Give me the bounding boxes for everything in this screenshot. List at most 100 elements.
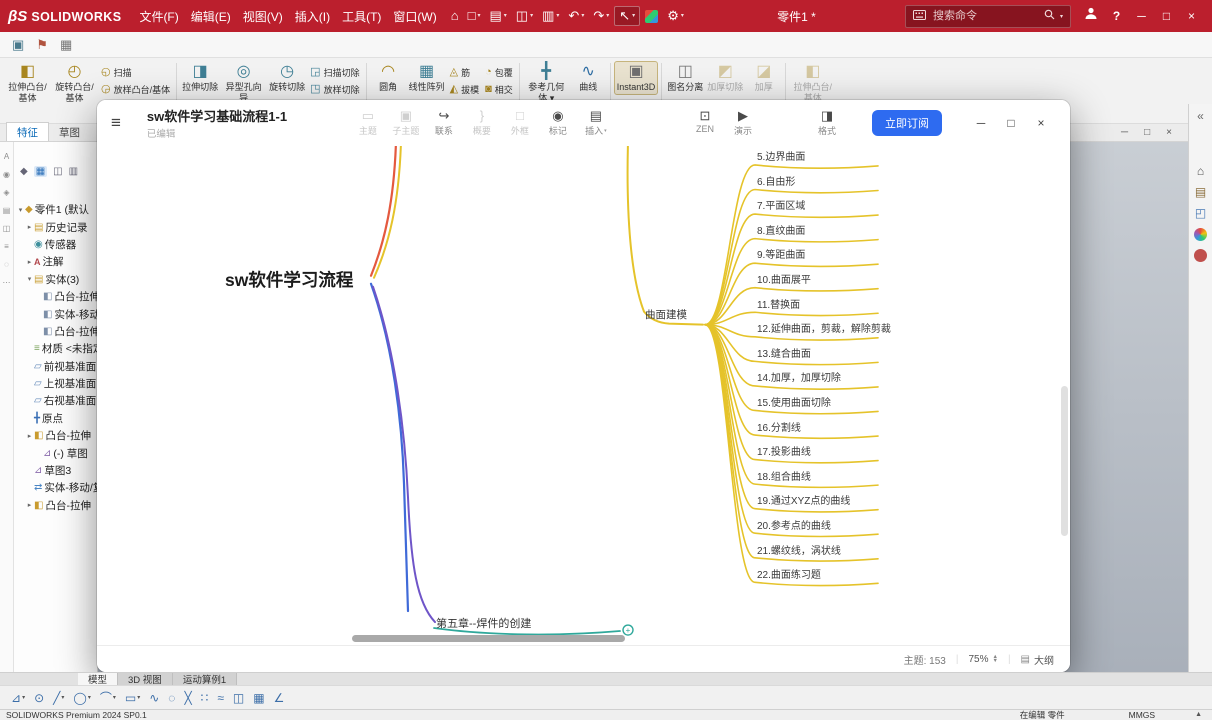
ribbon-swept-boss[interactable]: ◵ 扫描 — [101, 66, 170, 79]
tree-item-body-move-copy[interactable]: ⇄实体-移动/复制 — [14, 479, 97, 496]
ribbon-revolved-boss[interactable]: ◴ 旋转凸台/基体 — [51, 61, 98, 105]
tree-item-sensors[interactable]: ◉ 传感器 — [14, 236, 97, 253]
angle-icon[interactable]: ∠ — [271, 691, 288, 705]
mindmap-topic[interactable]: 15.使用曲面切除 — [757, 397, 831, 411]
ribbon-extruded-boss[interactable]: ◧ 拉伸凸台/基体 — [4, 61, 51, 105]
xmind-maximize-icon[interactable]: □ — [996, 116, 1026, 130]
tab-运动算例1[interactable]: 运动算例1 — [172, 673, 238, 686]
ribbon-reference-geometry[interactable]: ╋ 参考几何体 ▾ — [523, 61, 570, 105]
menu-item[interactable]: 工具(T) — [336, 4, 387, 29]
save-icon[interactable]: ◫ ▾ — [512, 7, 537, 25]
propertymanager-tab-icon[interactable]: ▦ — [33, 166, 48, 177]
ribbon-draft[interactable]: ◭ 拔模 — [450, 83, 479, 96]
capture-icon[interactable]: ▣ — [12, 37, 24, 53]
mindmap-topic[interactable]: 17.投影曲线 — [757, 446, 811, 460]
expander-icon[interactable]: ▸ — [25, 258, 34, 266]
mindmap-topic[interactable]: 6.自由形 — [757, 176, 795, 190]
new-file-icon[interactable]: □ ▾ — [464, 7, 485, 25]
close-icon[interactable]: × — [1179, 1, 1204, 31]
user-account-icon[interactable] — [1079, 1, 1104, 31]
tab-模型[interactable]: 模型 — [78, 673, 119, 686]
home-icon[interactable]: ⌂ — [447, 7, 463, 25]
ribbon-detach[interactable]: ◫ 图名分离 — [665, 61, 705, 95]
scenes-icon[interactable] — [1194, 249, 1207, 262]
ribbon-thicken[interactable]: ◪ 加厚 — [745, 61, 782, 95]
tree-item-annotations[interactable]: ▸ A 注解 — [14, 253, 97, 270]
mindmap-topic[interactable]: 20.参考点的曲线 — [757, 520, 831, 534]
flag-icon[interactable]: ⚑ — [36, 37, 48, 53]
expander-icon[interactable]: ▸ — [25, 501, 34, 509]
zoom-stepper-icon[interactable]: ▲ ▼ — [992, 654, 997, 664]
tree-item-history[interactable]: ▸ ▤ 历史记录 — [14, 218, 97, 235]
display-tab-icon[interactable]: ▥ — [69, 166, 78, 177]
design-library-icon[interactable]: ▤ — [1195, 186, 1206, 199]
subscribe-button[interactable]: 立即订阅 — [872, 110, 942, 136]
spline-icon[interactable]: ∿ — [146, 691, 162, 705]
expander-icon[interactable]: ▸ — [25, 432, 34, 440]
collapse-chevron-icon[interactable]: « — [1197, 110, 1204, 123]
command-search[interactable]: ▾ — [904, 4, 1071, 28]
xmind-tool-format[interactable]: ◨ 格式 — [808, 109, 846, 137]
annotation-a-icon[interactable]: A — [4, 152, 9, 161]
tree-item-solid-bodies[interactable]: ▾ ▤ 实体(3) — [14, 271, 97, 288]
convert-entities-icon[interactable]: ∷ — [198, 691, 212, 705]
configuration-tab-icon[interactable]: ◫ — [53, 166, 62, 177]
expander-icon[interactable]: ▾ — [16, 206, 25, 214]
help-icon[interactable]: ? — [1104, 1, 1129, 31]
tree-item-front-plane[interactable]: ▱ 前视基准面 — [14, 358, 97, 375]
tree-item-sketch-2[interactable]: ⊿ (-) 草图 — [14, 444, 97, 461]
doc-minimize-icon[interactable]: ─ — [1121, 125, 1128, 141]
mindmap-topic[interactable]: 16.分割线 — [757, 422, 801, 436]
ribbon-instant3d[interactable]: ▣ Instant3D — [613, 61, 659, 95]
mindmap-topic[interactable]: 18.组合曲线 — [757, 471, 811, 485]
ribbon-lofted-boss[interactable]: ◶ 放样凸台/基体 — [101, 83, 170, 96]
statusbar-customize-icon[interactable]: ▲ — [1195, 710, 1202, 720]
tree-item-body-2[interactable]: ◧ 实体-移动 — [14, 305, 97, 322]
ribbon-extruded-cut[interactable]: ◨ 拉伸切除 — [180, 61, 220, 95]
search-icon[interactable] — [1044, 7, 1055, 25]
pattern-icon[interactable]: ▦ — [250, 691, 267, 705]
dots-icon[interactable]: ⋯ — [3, 278, 11, 287]
circle-icon[interactable]: ◌ — [4, 260, 9, 269]
xmind-close-icon[interactable]: × — [1026, 116, 1056, 130]
mindmap-topic[interactable]: 8.直纹曲面 — [757, 225, 805, 239]
eye-icon[interactable]: ◉ — [3, 170, 10, 179]
smart-dimension-icon[interactable]: ⊙ — [31, 691, 47, 705]
tab-3D 视图[interactable]: 3D 视图 — [118, 673, 173, 686]
list-icon[interactable]: ≡ — [4, 242, 9, 251]
resources-home-icon[interactable]: ⌂ — [1197, 165, 1204, 178]
line-icon[interactable]: ╱ ▾ — [50, 691, 67, 705]
maximize-icon[interactable]: □ — [1154, 1, 1179, 31]
hamburger-menu-icon[interactable]: ≡ — [111, 113, 121, 133]
document-title[interactable]: 零件1 * — [777, 8, 816, 25]
mindmap-topic[interactable]: 14.加厚，加厚切除 — [757, 372, 841, 386]
horizontal-scrollbar[interactable] — [99, 635, 1068, 642]
xmind-minimize-icon[interactable]: ─ — [966, 116, 996, 130]
ribbon-lofted-cut[interactable]: ◳ 放样切除 — [310, 83, 359, 96]
mindmap-topic[interactable]: 11.替换面 — [757, 299, 800, 313]
tab-草图[interactable]: 草图 — [49, 123, 90, 141]
xpress-products-icon[interactable] — [641, 8, 662, 25]
ribbon-curves[interactable]: ∿ 曲线 — [570, 61, 607, 95]
xmind-tool-marker[interactable]: ◉ 标记 — [539, 109, 577, 137]
doc-restore-icon[interactable]: □ — [1144, 125, 1150, 141]
ribbon-rib[interactable]: ◬ 筋 — [450, 66, 479, 79]
ribbon-wrap[interactable]: ◔ 包覆 — [485, 66, 513, 79]
mindmap-topic[interactable]: 10.曲面展平 — [757, 274, 811, 288]
units-label[interactable]: MMGS — [1129, 710, 1155, 720]
mindmap-topic[interactable]: 22.曲面练习题 — [757, 569, 821, 583]
ribbon-intersect[interactable]: ◙ 相交 — [485, 83, 513, 96]
mindmap-topic[interactable]: 13.缝合曲面 — [757, 348, 811, 362]
menu-item[interactable]: 文件(F) — [133, 4, 184, 29]
open-file-icon[interactable]: ▤ ▾ — [485, 7, 510, 25]
ribbon-extruded-boss-2[interactable]: ◧ 拉伸凸台/基体 — [789, 61, 836, 105]
mindmap-topic[interactable]: 12.延伸曲面，剪裁，解除剪裁 — [757, 323, 891, 337]
chapter5-topic[interactable]: 第五章--焊件的创建 — [436, 615, 531, 631]
search-input[interactable] — [930, 9, 1039, 23]
xmind-tool-zen[interactable]: ⊡ ZEN — [686, 109, 724, 137]
ribbon-fillet[interactable]: ◠ 圆角 — [370, 61, 407, 95]
arc-icon[interactable]: ⌒ ▾ — [97, 689, 119, 706]
vertical-scrollbar[interactable] — [1061, 386, 1068, 536]
tree-item-sketch-3[interactable]: ⊿ 草图3 — [14, 462, 97, 479]
featuremanager-tab-icon[interactable]: ◆ — [20, 166, 28, 177]
